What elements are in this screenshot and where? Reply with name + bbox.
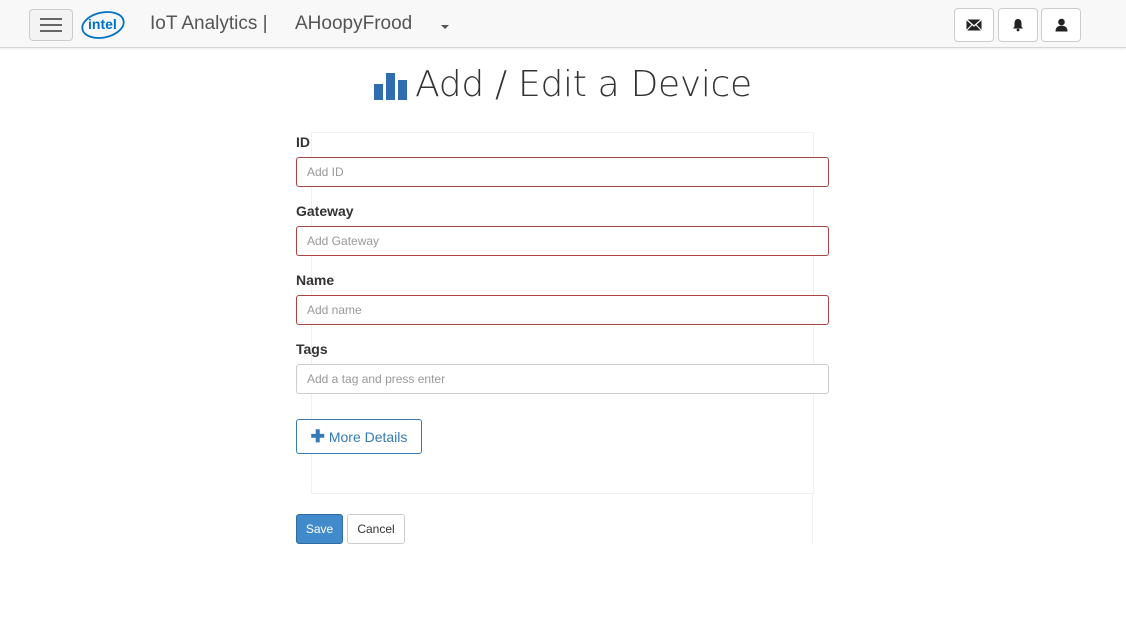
account-selector-label[interactable]: AHoopyFrood	[295, 13, 412, 35]
brand-title[interactable]: IoT Analytics |	[150, 13, 268, 35]
intel-logo[interactable]: intel	[81, 9, 127, 39]
caret-down-icon[interactable]	[441, 25, 449, 29]
page-title: Add / Edit a Device	[415, 64, 752, 105]
more-details-label: More Details	[328, 428, 408, 445]
more-details-button[interactable]: ✚ More Details	[296, 419, 422, 454]
messages-button[interactable]	[954, 8, 994, 42]
hamburger-menu-icon	[40, 18, 62, 20]
name-input[interactable]	[296, 295, 829, 325]
form-backdrop-edge	[812, 494, 813, 544]
tags-label: Tags	[296, 341, 328, 357]
id-input[interactable]	[296, 157, 829, 187]
plus-icon: ✚	[310, 427, 325, 446]
hamburger-menu-icon-bar	[40, 24, 62, 26]
hamburger-menu-button[interactable]	[29, 9, 73, 41]
bar-chart-icon	[374, 73, 408, 100]
cancel-button[interactable]: Cancel	[347, 514, 405, 544]
top-navbar: intel IoT Analytics | AHoopyFrood	[0, 0, 1126, 48]
envelope-icon	[966, 19, 982, 31]
profile-button[interactable]	[1041, 8, 1081, 42]
logo-text: intel	[88, 16, 117, 32]
user-icon	[1055, 18, 1067, 32]
alerts-button[interactable]	[998, 8, 1038, 42]
hamburger-menu-icon-bar	[40, 30, 62, 32]
gateway-label: Gateway	[296, 203, 354, 219]
bell-icon	[1013, 19, 1023, 32]
page-heading: Add / Edit a Device	[0, 64, 1126, 105]
gateway-input[interactable]	[296, 226, 829, 256]
id-label: ID	[296, 134, 310, 150]
tags-input[interactable]	[296, 364, 829, 394]
name-label: Name	[296, 272, 335, 288]
save-button[interactable]: Save	[296, 514, 343, 544]
